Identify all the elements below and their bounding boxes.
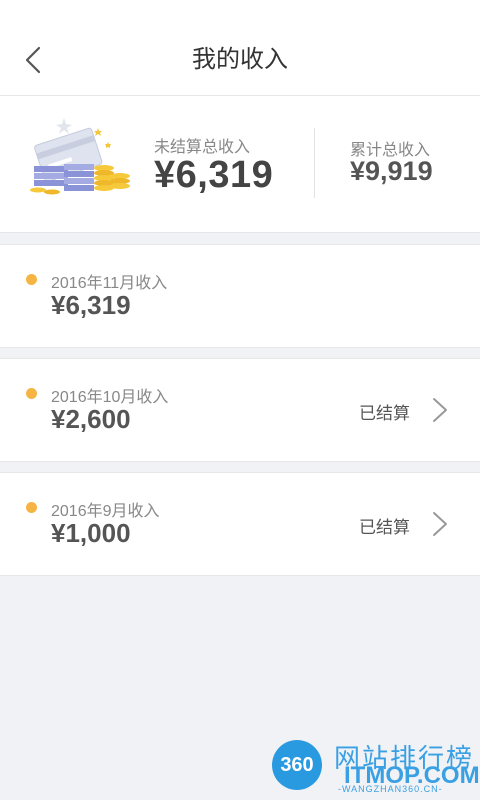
settled-status: 已结算: [359, 404, 410, 423]
watermark-badge: 360: [272, 740, 322, 790]
unsettled-income-amount: ¥6,319: [154, 154, 274, 196]
watermark-logo: 360 网站排行榜 ITMOP.COM -WANGZHAN360.CN-: [270, 738, 480, 800]
status-dot-icon: [26, 502, 37, 513]
status-dot-icon: [26, 388, 37, 399]
month-income-item[interactable]: 2016年10月收入 ¥2,600 已结算: [0, 358, 480, 462]
total-income-amount: ¥9,919: [350, 156, 433, 186]
month-income-amount: ¥1,000: [51, 518, 131, 548]
chevron-right-icon: [433, 398, 447, 422]
month-income-amount: ¥6,319: [51, 290, 131, 320]
back-button[interactable]: [18, 44, 48, 76]
page-title: 我的收入: [192, 46, 288, 73]
money-illustration-icon: [30, 118, 130, 195]
watermark-url: -WANGZHAN360.CN-: [338, 784, 443, 794]
settled-status: 已结算: [359, 518, 410, 537]
income-summary: 未结算总收入 ¥6,319 累计总收入 ¥9,919: [0, 96, 480, 233]
summary-divider: [314, 128, 315, 198]
status-dot-icon: [26, 274, 37, 285]
chevron-right-icon: [433, 512, 447, 536]
month-income-amount: ¥2,600: [51, 404, 131, 434]
month-income-item[interactable]: 2016年9月收入 ¥1,000 已结算: [0, 472, 480, 576]
status-bar: [0, 0, 480, 24]
chevron-left-icon: [25, 46, 41, 74]
nav-bar: 我的收入: [0, 24, 480, 96]
month-income-item[interactable]: 2016年11月收入 ¥6,319: [0, 244, 480, 348]
